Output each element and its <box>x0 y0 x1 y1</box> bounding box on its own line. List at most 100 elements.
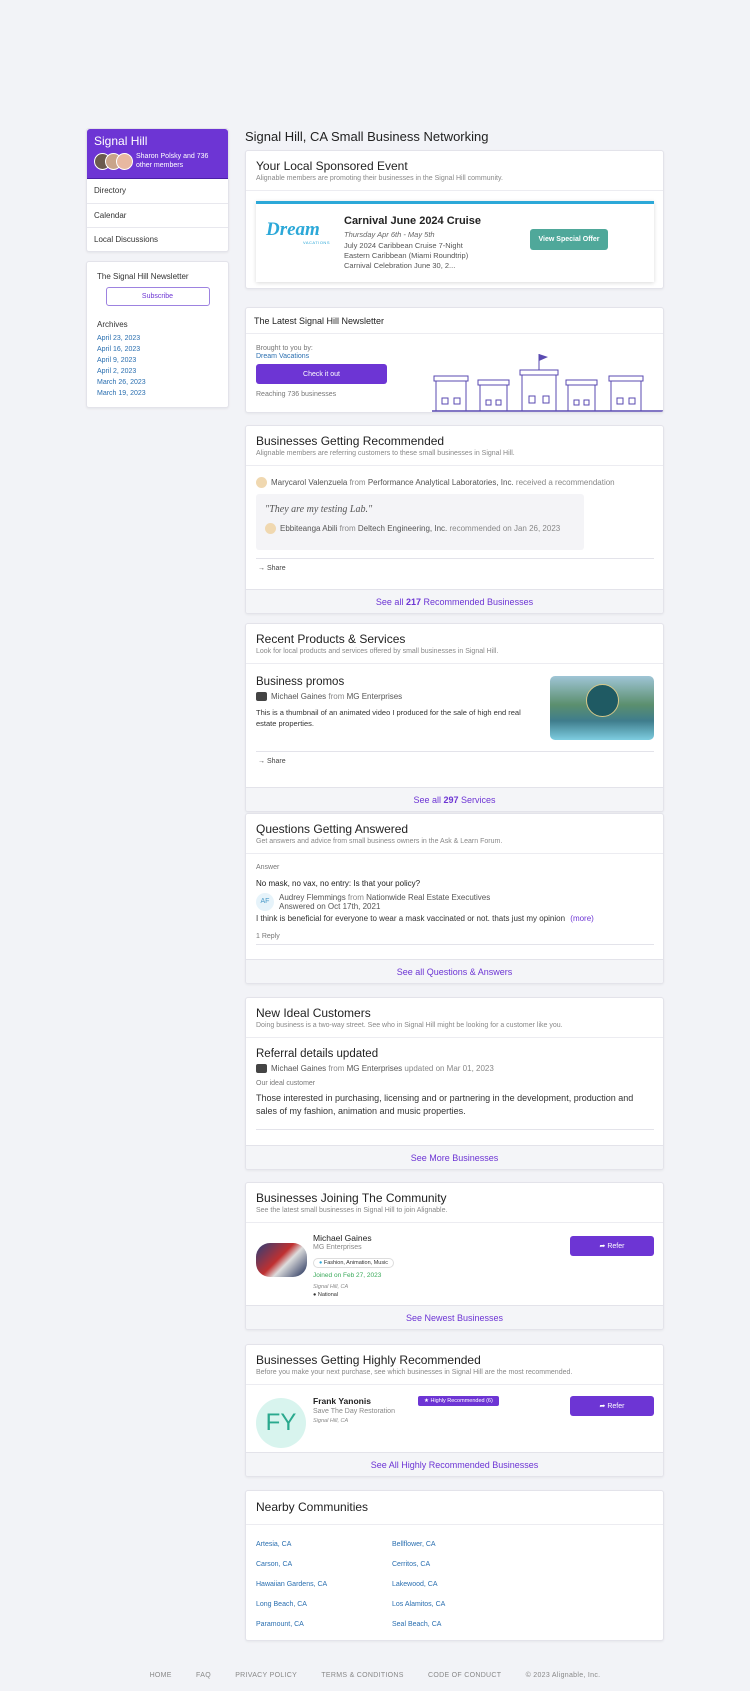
referral-title[interactable]: Referral details updated <box>256 1048 654 1060</box>
community-link[interactable]: Seal Beach, CA <box>392 1615 445 1635</box>
see-all-prefix: See all <box>413 795 441 805</box>
more-link[interactable]: (more) <box>570 914 594 923</box>
joining-community-card: Businesses Joining The Community See the… <box>245 1182 664 1330</box>
nearby-communities-card: Nearby Communities Artesia, CA Carson, C… <box>245 1490 664 1641</box>
event-title[interactable]: Carnival June 2024 Cruise <box>344 215 481 227</box>
community-card: Signal Hill Sharon Polsky and 736 other … <box>86 128 229 252</box>
community-name[interactable]: Signal Hill <box>94 134 221 148</box>
joined-date: Joined on Feb 27, 2023 <box>313 1272 382 1279</box>
share-label: Share <box>266 758 286 765</box>
avatar <box>116 152 133 170</box>
sponsored-event[interactable]: Dream VACATIONS Carnival June 2024 Cruis… <box>256 201 654 282</box>
product-title[interactable]: Business promos <box>256 676 536 688</box>
business-photo[interactable] <box>256 1243 307 1277</box>
question-text[interactable]: No mask, no vax, no entry: Is that your … <box>256 879 654 888</box>
from-text: from <box>339 524 356 533</box>
archive-link[interactable]: March 26, 2023 <box>97 377 218 388</box>
refer-button[interactable]: ➦ Refer <box>570 1236 654 1256</box>
highly-recommended-badge: ★ Highly Recommended (6) <box>418 1396 499 1406</box>
business-owner-name[interactable]: Frank Yanonis <box>313 1396 395 1406</box>
community-link[interactable]: Bellflower, CA <box>392 1535 445 1555</box>
highly-recommended-card: Businesses Getting Highly Recommended Be… <box>245 1344 664 1477</box>
community-link[interactable]: Artesia, CA <box>256 1535 327 1555</box>
card-subtitle: Look for local products and services off… <box>256 648 499 655</box>
see-all-highly-recommended-link[interactable]: See All Highly Recommended Businesses <box>246 1452 663 1476</box>
business-owner-name[interactable]: Michael Gaines <box>313 1233 394 1243</box>
products-services-card: Recent Products & Services Look for loca… <box>245 623 664 812</box>
business-tags: ● Fashion, Animation, Music <box>313 1258 395 1268</box>
footer-link-privacy[interactable]: PRIVACY POLICY <box>235 1672 297 1679</box>
archive-link[interactable]: April 2, 2023 <box>97 366 218 377</box>
community-link[interactable]: Long Beach, CA <box>256 1595 327 1615</box>
sidebar-item-directory[interactable]: Directory <box>87 179 228 203</box>
recommended-businesses-card: Businesses Getting Recommended Alignable… <box>245 425 664 614</box>
card-title: Businesses Getting Highly Recommended <box>256 1353 481 1367</box>
sidebar-item-local-discussions[interactable]: Local Discussions <box>87 227 228 251</box>
brought-by-label: Brought to you by: <box>256 345 313 352</box>
reply-count[interactable]: 1 Reply <box>256 933 654 940</box>
see-all-recommended-link[interactable]: See all 217 Recommended Businesses <box>246 589 663 613</box>
card-title: Recent Products & Services <box>256 632 406 646</box>
event-date: Thursday Apr 6th - May 5th <box>344 230 435 239</box>
answered-date: Answered on Oct 17th, 2021 <box>279 902 381 911</box>
archive-link[interactable]: April 9, 2023 <box>97 355 218 366</box>
community-link[interactable]: Paramount, CA <box>256 1615 327 1635</box>
badge-label: Highly Recommended (6) <box>430 1398 493 1404</box>
card-subtitle: Before you make your next purchase, see … <box>256 1369 573 1376</box>
share-button[interactable]: → Share <box>258 758 286 765</box>
card-subtitle: Alignable members are referring customer… <box>256 450 515 457</box>
card-title: New Ideal Customers <box>256 1006 371 1020</box>
card-title: Businesses Getting Recommended <box>256 434 445 448</box>
view-special-offer-button[interactable]: View Special Offer <box>530 229 608 250</box>
community-link[interactable]: Cerritos, CA <box>392 1555 445 1575</box>
owner-name[interactable]: Michael Gaines <box>271 1064 326 1073</box>
share-arrow-icon: ➦ <box>599 1243 606 1250</box>
see-more-businesses-link[interactable]: See More Businesses <box>246 1145 663 1169</box>
see-all-services-link[interactable]: See all 297 Services <box>246 787 663 811</box>
owner-name[interactable]: Michael Gaines <box>271 692 326 701</box>
archives-label: Archives <box>97 320 128 329</box>
refer-button[interactable]: ➦ Refer <box>570 1396 654 1416</box>
members-text[interactable]: Sharon Polsky and 736 other members <box>136 152 221 170</box>
community-link[interactable]: Hawaiian Gardens, CA <box>256 1575 327 1595</box>
community-header[interactable]: Signal Hill Sharon Polsky and 736 other … <box>87 129 228 179</box>
newsletter-card: The Signal Hill Newsletter Subscribe Arc… <box>86 261 229 408</box>
recommender-company[interactable]: Deltech Engineering, Inc. <box>358 524 447 533</box>
owner-company[interactable]: MG Enterprises <box>347 1064 403 1073</box>
avatar <box>256 477 267 488</box>
newsletter-title: The Signal Hill Newsletter <box>97 272 189 281</box>
footer-link-home[interactable]: HOME <box>150 1672 172 1679</box>
subscribe-button[interactable]: Subscribe <box>105 287 210 306</box>
footer-link-faq[interactable]: FAQ <box>196 1672 211 1679</box>
recommended-company[interactable]: Performance Analytical Laboratories, Inc… <box>368 478 514 487</box>
from-text: from <box>328 692 345 701</box>
refer-label: Refer <box>607 1243 625 1250</box>
answerer-company[interactable]: Nationwide Real Estate Executives <box>366 893 490 902</box>
sidebar-item-calendar[interactable]: Calendar <box>87 203 228 227</box>
event-desc-3: Carnival Celebration June 30, 2... <box>344 261 456 270</box>
community-link[interactable]: Carson, CA <box>256 1555 327 1575</box>
archive-link[interactable]: April 23, 2023 <box>97 333 218 344</box>
business-location: Signal Hill, CA <box>313 1418 349 1424</box>
answerer-name[interactable]: Audrey Flemmings <box>279 893 346 902</box>
recommender-name[interactable]: Ebbiteanga Abili <box>280 524 337 533</box>
see-all-questions-link[interactable]: See all Questions & Answers <box>246 959 663 983</box>
footer-link-terms[interactable]: TERMS & CONDITIONS <box>321 1672 403 1679</box>
archive-link[interactable]: March 19, 2023 <box>97 388 218 399</box>
share-button[interactable]: → Share <box>258 565 286 572</box>
sponsor-link[interactable]: Dream Vacations <box>256 353 387 360</box>
business-logo[interactable]: FY <box>256 1398 306 1448</box>
see-newest-businesses-link[interactable]: See Newest Businesses <box>246 1305 663 1329</box>
owner-company[interactable]: MG Enterprises <box>347 692 403 701</box>
product-thumbnail[interactable] <box>550 676 654 740</box>
community-link[interactable]: Lakewood, CA <box>392 1575 445 1595</box>
footer-link-conduct[interactable]: CODE OF CONDUCT <box>428 1672 501 1679</box>
check-it-out-button[interactable]: Check it out <box>256 364 387 384</box>
community-link[interactable]: Los Alamitos, CA <box>392 1595 445 1615</box>
share-icon: → <box>258 565 265 572</box>
business-scope: National <box>317 1292 339 1298</box>
recommended-person[interactable]: Marycarol Valenzuela <box>271 478 347 487</box>
tags-label: Fashion, Animation, Music <box>323 1260 389 1266</box>
archive-link[interactable]: April 16, 2023 <box>97 344 218 355</box>
card-title: Nearby Communities <box>256 1500 369 1514</box>
